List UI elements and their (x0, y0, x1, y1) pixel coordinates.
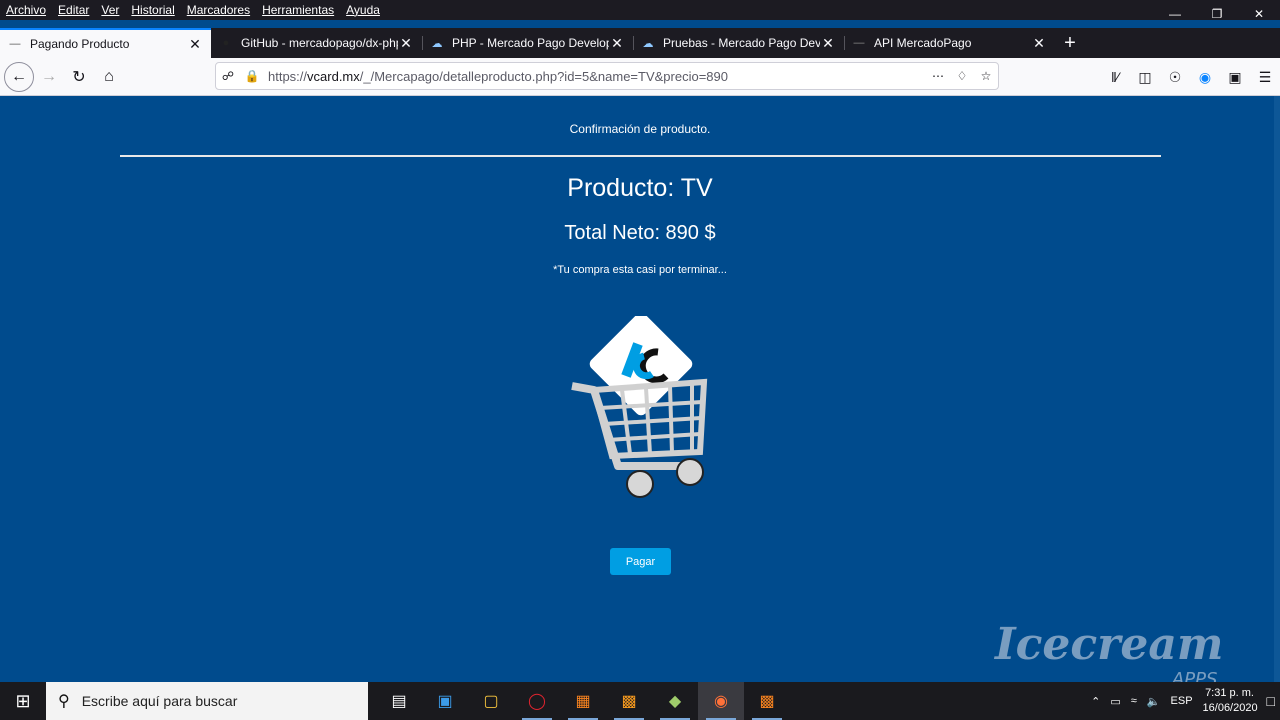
icecream-recorder-icon[interactable]: ▩ (744, 682, 790, 720)
home-icon: ⌂ (104, 67, 114, 85)
search-icon: ⚲ (58, 693, 70, 710)
menu-archivo[interactable]: Archivo (0, 3, 52, 17)
clock[interactable]: 7:31 p. m. 16/06/2020 (1198, 686, 1262, 716)
screenshot-icon[interactable]: ◉ (1190, 62, 1220, 92)
tab-bar: — Pagando Producto ✕ ● GitHub - mercadop… (0, 28, 1280, 58)
menu-icon[interactable]: ☰ (1250, 62, 1280, 92)
close-tab-icon[interactable]: ✕ (398, 35, 414, 52)
sublime-icon[interactable]: ▩ (606, 682, 652, 720)
menu-marcadores[interactable]: Marcadores (181, 3, 256, 17)
url-text[interactable]: https://vcard.mx/_/Mercapago/detalleprod… (264, 69, 926, 84)
watermark-brand: Icecream (995, 619, 1224, 670)
reload-icon: ↻ (72, 68, 86, 86)
close-tab-icon[interactable]: ✕ (609, 35, 625, 52)
task-view-icon[interactable]: ▤ (376, 682, 422, 720)
fullscreen-icon[interactable]: ▣ (1220, 62, 1250, 92)
page-subtitle: Confirmación de producto. (569, 122, 711, 136)
tab-api-mercadopago[interactable]: — API MercadoPago ✕ (844, 28, 1055, 58)
close-tab-icon[interactable]: ✕ (187, 36, 203, 53)
git-icon[interactable]: ◆ (652, 682, 698, 720)
pocket-icon[interactable]: ♢ (950, 69, 974, 83)
menu-ver[interactable]: Ver (95, 3, 125, 17)
home-button[interactable]: ⌂ (94, 62, 124, 92)
library-icon[interactable]: ‖⁄ (1100, 62, 1130, 92)
window-controls: — ❐ ✕ (1154, 0, 1280, 28)
close-tab-icon[interactable]: ✕ (1031, 35, 1047, 52)
tab-php-mercado-pago[interactable]: ☁ PHP - Mercado Pago Develope ✕ (422, 28, 633, 58)
taskbar-apps: ▤ ▣ ▢ ◯ ▦ ▩ ◆ ◉ ▩ (376, 682, 790, 720)
reload-button[interactable]: ↻ (64, 62, 94, 92)
opera-icon[interactable]: ◯ (514, 682, 560, 720)
toolbar-right: ‖⁄ ◫ ☉ ◉ ▣ ☰ (1100, 58, 1280, 96)
navigation-bar: ← → ↻ ⌂ ☍ 🔒 https://vcard.mx/_/Mercapago… (0, 58, 1280, 96)
tab-label: API MercadoPago (874, 36, 972, 50)
close-tab-icon[interactable]: ✕ (820, 35, 836, 52)
account-icon[interactable]: ☉ (1160, 62, 1190, 92)
minimize-icon[interactable]: — (1154, 0, 1196, 28)
page-icon: — (9, 38, 21, 50)
icecream-watermark: Icecream APPS (995, 619, 1224, 690)
menu-editar[interactable]: Editar (52, 3, 95, 17)
file-explorer-icon[interactable]: ▢ (468, 682, 514, 720)
tab-pagando-producto[interactable]: — Pagando Producto ✕ (0, 28, 211, 58)
back-button[interactable]: ← (4, 61, 34, 92)
clock-date: 16/06/2020 (1202, 702, 1258, 714)
chevron-up-icon[interactable]: ⌃ (1086, 695, 1105, 708)
url-prefix: https:// (268, 68, 308, 84)
url-bar[interactable]: ☍ 🔒 https://vcard.mx/_/Mercapago/detalle… (215, 62, 999, 90)
total-price: Total Neto: 890 $ (564, 222, 716, 244)
firefox-icon[interactable]: ◉ (698, 682, 744, 720)
lock-icon[interactable]: 🔒 (240, 69, 264, 83)
github-icon: ● (222, 37, 230, 49)
tab-pruebas-mercado-pago[interactable]: ☁ Pruebas - Mercado Pago Devel ✕ (633, 28, 844, 58)
menu-herramientas[interactable]: Herramientas (256, 3, 340, 17)
restore-icon[interactable]: ❐ (1196, 0, 1238, 28)
menu-bar: Archivo Editar Ver Historial Marcadores … (0, 0, 1280, 20)
menu-ayuda[interactable]: Ayuda (340, 3, 386, 17)
forward-arrow-icon: → (41, 67, 57, 85)
new-tab-button[interactable]: + (1055, 28, 1085, 58)
close-window-icon[interactable]: ✕ (1238, 0, 1280, 28)
volume-icon[interactable]: 🔈 (1142, 695, 1166, 708)
page-icon: — (853, 37, 865, 49)
xampp-icon[interactable]: ▦ (560, 682, 606, 720)
store-icon[interactable]: ▣ (422, 682, 468, 720)
scrollbar[interactable] (1274, 96, 1280, 682)
mercadopago-icon: ☁ (642, 37, 654, 50)
wifi-icon[interactable]: ≈ (1126, 695, 1142, 707)
back-arrow-icon: ← (11, 67, 27, 85)
tab-label: Pruebas - Mercado Pago Devel (663, 36, 820, 50)
mercadopago-icon: ☁ (431, 37, 443, 50)
product-title: Producto: TV (567, 174, 713, 202)
page-content: Confirmación de producto. Producto: TV T… (0, 96, 1280, 690)
bookmark-star-icon[interactable]: ☆ (974, 69, 998, 83)
shield-icon[interactable]: ☍ (216, 69, 240, 83)
shopping-cart-logo-icon (571, 316, 708, 498)
tab-label: Pagando Producto (30, 37, 130, 51)
taskbar: ⊞ ⚲ Escribe aquí para buscar ▤ ▣ ▢ ◯ ▦ ▩… (0, 682, 1280, 720)
pay-button[interactable]: Pagar (610, 548, 671, 575)
url-host: vcard.mx (307, 68, 360, 84)
language-indicator[interactable]: ESP (1166, 695, 1198, 707)
system-tray: ⌃ ▭ ≈ 🔈 ESP 7:31 p. m. 16/06/2020 □ (1086, 682, 1280, 720)
forward-button[interactable]: → (34, 62, 64, 92)
battery-icon[interactable]: ▭ (1105, 695, 1125, 708)
purchase-note: *Tu compra esta casi por terminar... (553, 264, 727, 276)
search-placeholder: Escribe aquí para buscar (81, 693, 238, 709)
tab-label: PHP - Mercado Pago Develope (452, 36, 609, 50)
url-path: /_/Mercapago/detalleproducto.php?id=5&na… (359, 68, 728, 84)
menu-historial[interactable]: Historial (125, 3, 180, 17)
divider (120, 155, 1161, 157)
taskbar-search[interactable]: ⚲ Escribe aquí para buscar (46, 682, 368, 720)
windows-start-icon[interactable]: ⊞ (0, 682, 46, 720)
page-actions-icon[interactable]: ⋯ (926, 69, 950, 83)
sidebar-icon[interactable]: ◫ (1130, 62, 1160, 92)
tab-github[interactable]: ● GitHub - mercadopago/dx-php ✕ (211, 28, 422, 58)
clock-time: 7:31 p. m. (1205, 687, 1254, 699)
tab-label: GitHub - mercadopago/dx-php (241, 36, 398, 50)
notifications-icon[interactable]: □ (1262, 693, 1280, 709)
